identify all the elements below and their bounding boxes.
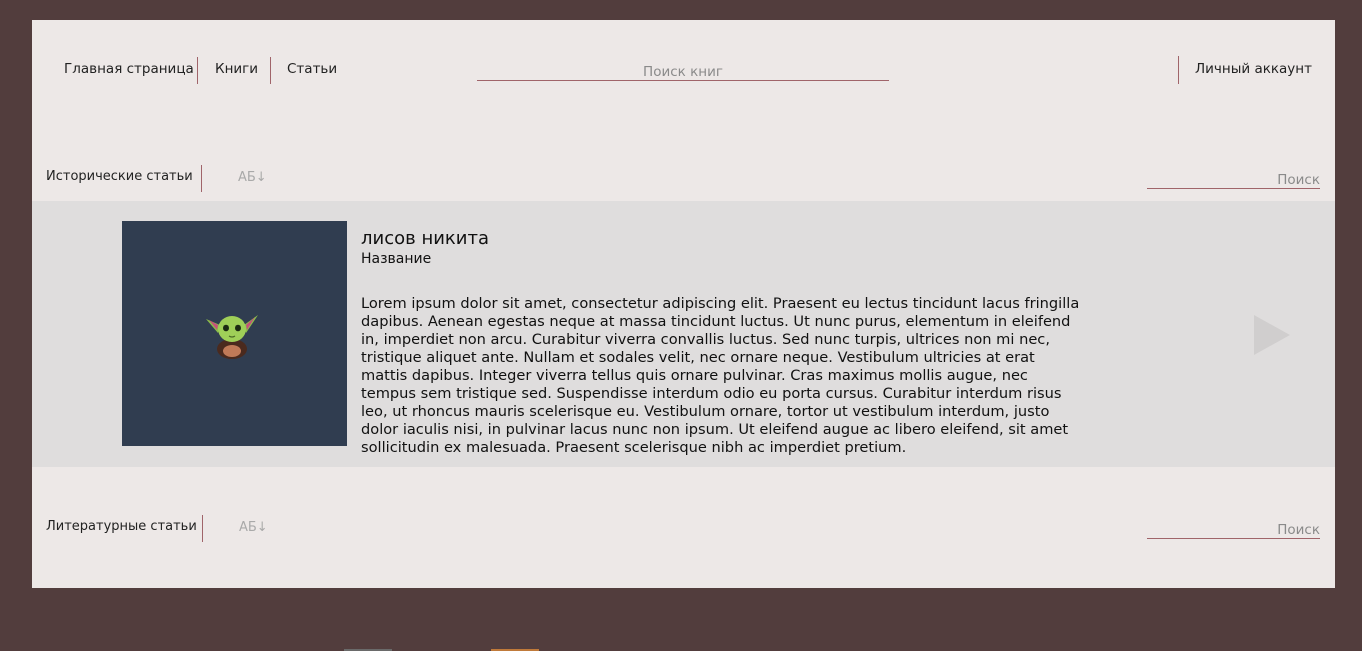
sort-button[interactable]: АБ↓ [238,170,267,185]
nav-books-link[interactable]: Книги [215,61,258,77]
book-search-input[interactable] [477,63,889,81]
account-link[interactable]: Личный аккаунт [1195,61,1312,77]
article-author[interactable]: лисов никита [361,228,489,249]
article-thumbnail[interactable] [122,221,347,446]
yoda-avatar-icon [206,315,258,359]
section-title[interactable]: Исторические статьи [46,169,193,184]
nav-divider [1178,56,1179,84]
nav-divider [197,57,198,84]
article-carousel: лисов никита Название Lorem ipsum dolor … [32,201,1335,467]
article-title[interactable]: Название [361,251,431,267]
play-arrow-icon[interactable] [1254,315,1290,355]
section-search [1147,519,1320,539]
section-divider [201,165,202,192]
page-container: Главная страница Книги Статьи Личный акк… [32,20,1335,588]
article-excerpt: Lorem ipsum dolor sit amet, consectetur … [361,295,1080,456]
sort-button[interactable]: АБ↓ [239,520,268,535]
nav-divider [270,57,271,84]
section-search [1147,169,1320,189]
section-divider [202,515,203,542]
section-search-input[interactable] [1147,521,1320,539]
nav-home-link[interactable]: Главная страница [64,61,194,77]
section-search-input[interactable] [1147,171,1320,189]
top-nav: Главная страница Книги Статьи Личный акк… [32,20,1335,120]
section-title[interactable]: Литературные статьи [46,519,197,534]
nav-articles-link[interactable]: Статьи [287,61,337,77]
book-search [477,61,889,81]
